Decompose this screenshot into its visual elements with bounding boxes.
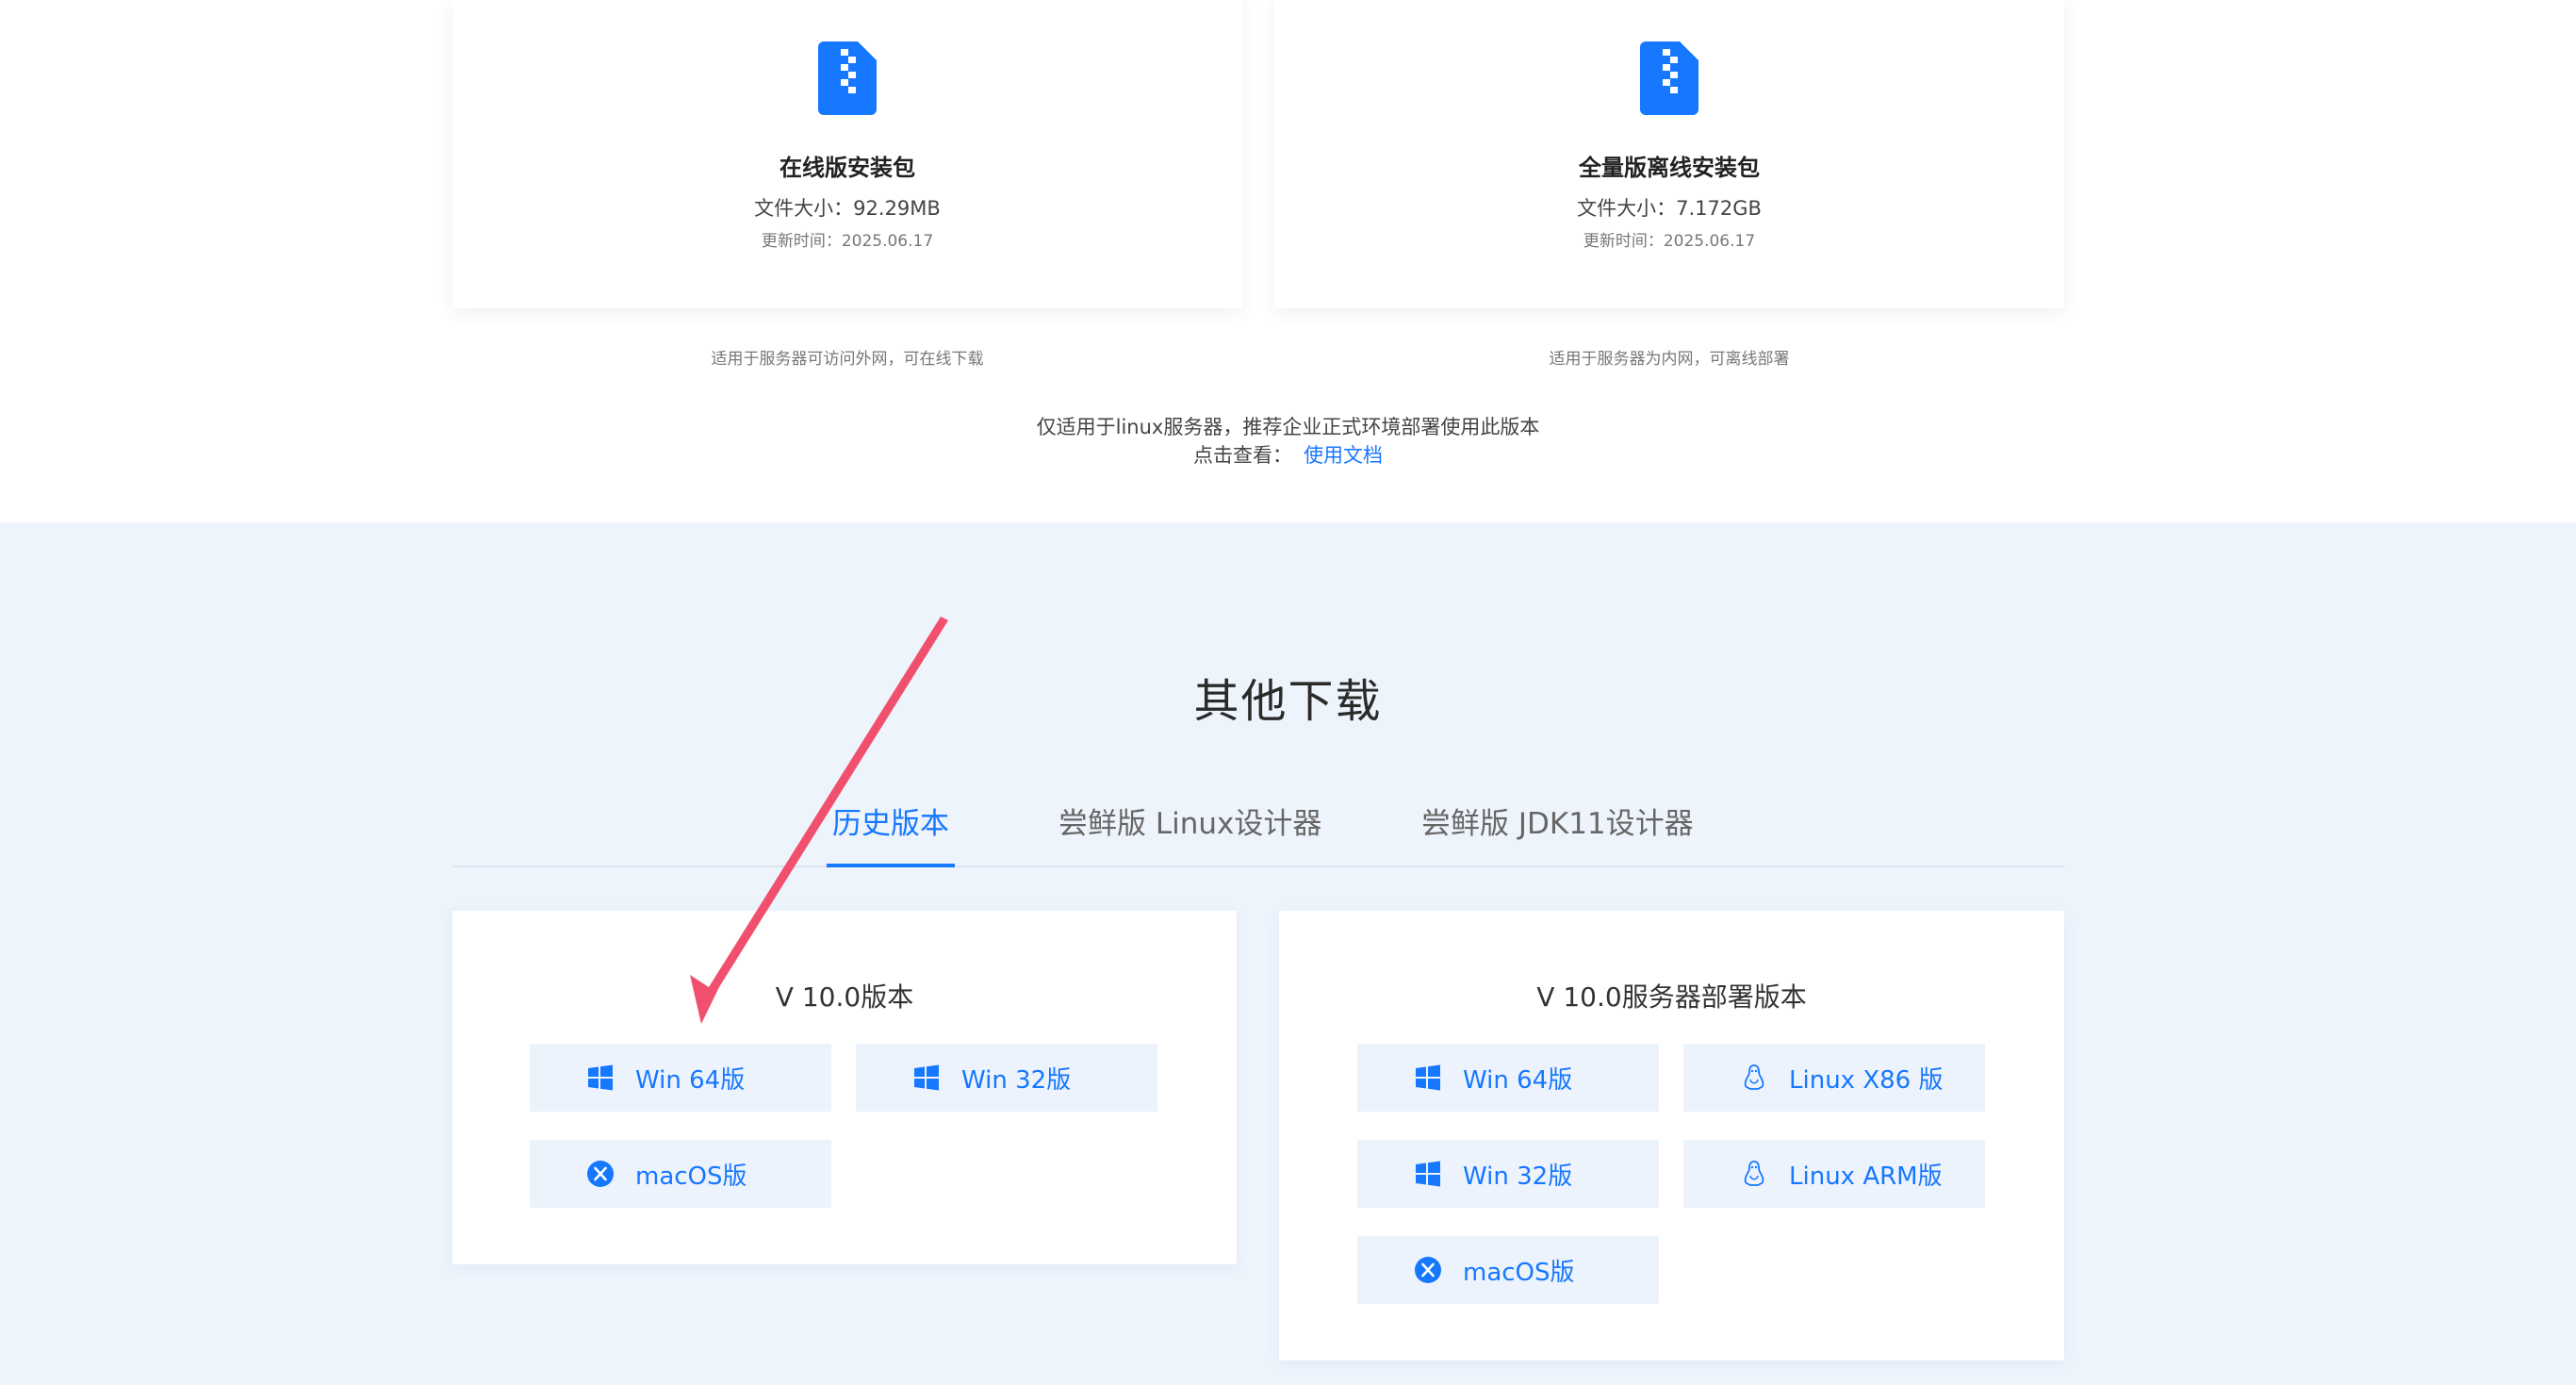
desktop-macos-button[interactable]: macOS版 [530,1140,831,1208]
macos-icon [1414,1256,1442,1284]
button-label: macOS版 [1463,1258,1575,1287]
doc-line: 点击查看： 使用文档 [0,440,2576,469]
doc-prefix: 点击查看： [1193,444,1292,467]
server-version-card: V 10.0服务器部署版本 Win 64版 Linux X86 版 Win 32… [1279,911,2064,1360]
button-label: Win 32版 [1463,1162,1573,1191]
server-linux-x86-button[interactable]: Linux X86 版 [1683,1044,1985,1112]
server-win64-button[interactable]: Win 64版 [1357,1044,1659,1112]
package-size: 文件大小：7.172GB [1577,197,1762,220]
linux-icon [1740,1063,1768,1092]
server-macos-button[interactable]: macOS版 [1357,1236,1659,1304]
package-updated: 更新时间：2025.06.17 [761,232,934,251]
top-section: 在线版安装包 文件大小：92.29MB 更新时间：2025.06.17 全量版离… [0,0,2576,522]
offline-package-note: 适用于服务器为内网，可离线部署 [1549,350,1790,369]
linux-only-note: 仅适用于linux服务器，推荐企业正式环境部署使用此版本 [1036,416,1540,438]
button-label: macOS版 [635,1162,747,1191]
desktop-win32-button[interactable]: Win 32版 [856,1044,1157,1112]
zip-file-icon [1640,41,1698,115]
button-label: Win 32版 [961,1065,1072,1095]
desktop-version-card: V 10.0版本 Win 64版 Win 32版 macOS版 [452,911,1237,1264]
offline-package-card[interactable]: 全量版离线安装包 文件大小：7.172GB 更新时间：2025.06.17 [1274,0,2064,308]
macos-icon [586,1160,615,1188]
button-label: Win 64版 [1463,1065,1573,1095]
version-title: V 10.0版本 [775,981,914,1013]
package-title: 全量版离线安装包 [1579,155,1760,181]
tab-preview-linux-designer[interactable]: 尝鲜版 Linux设计器 [1058,800,1321,866]
windows-icon [1414,1160,1442,1188]
button-label: Linux X86 版 [1789,1065,1944,1095]
linux-icon [1740,1160,1768,1188]
package-updated: 更新时间：2025.06.17 [1583,232,1756,251]
button-label: Linux ARM版 [1789,1162,1943,1191]
package-size: 文件大小：92.29MB [754,197,941,220]
zip-file-icon [818,41,877,115]
windows-icon [586,1063,615,1092]
package-title: 在线版安装包 [779,155,915,181]
button-label: Win 64版 [635,1065,746,1095]
windows-icon [1414,1063,1442,1092]
server-win32-button[interactable]: Win 32版 [1357,1140,1659,1208]
active-tab-indicator [827,864,955,867]
section-title: 其他下载 [1193,675,1383,728]
online-package-note: 适用于服务器可访问外网，可在线下载 [711,350,984,369]
desktop-win64-button[interactable]: Win 64版 [530,1044,831,1112]
tab-preview-jdk11-designer[interactable]: 尝鲜版 JDK11设计器 [1421,800,1694,866]
version-title: V 10.0服务器部署版本 [1536,981,1807,1013]
online-package-card[interactable]: 在线版安装包 文件大小：92.29MB 更新时间：2025.06.17 [452,0,1242,308]
usage-doc-link[interactable]: 使用文档 [1304,444,1383,467]
download-tabs: 历史版本 尝鲜版 Linux设计器 尝鲜版 JDK11设计器 [452,788,2064,867]
windows-icon [912,1063,941,1092]
server-linux-arm-button[interactable]: Linux ARM版 [1683,1140,1985,1208]
tab-history-versions[interactable]: 历史版本 [827,800,955,867]
